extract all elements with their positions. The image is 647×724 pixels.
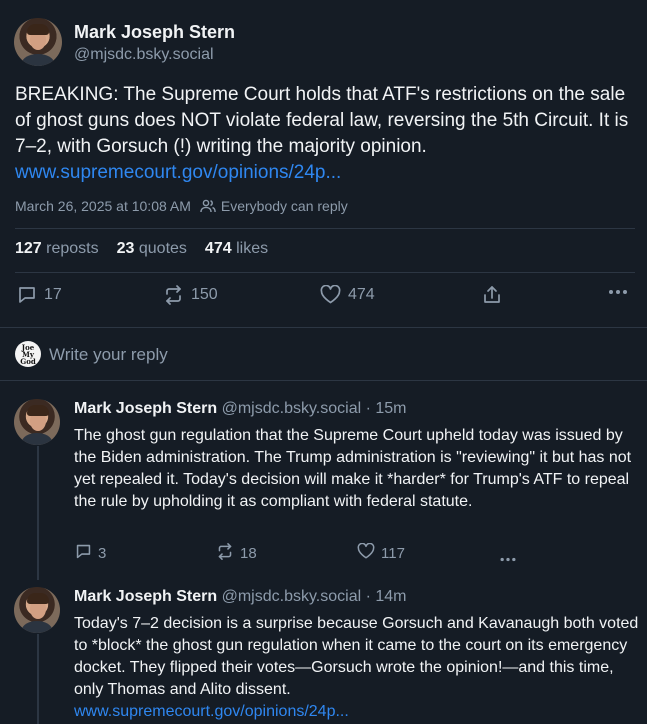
reply-button[interactable]: 17 [17, 285, 62, 305]
repost-icon [216, 543, 234, 564]
reply-setting: Everybody can reply [220, 198, 348, 214]
author-name[interactable]: Mark Joseph Stern [74, 400, 217, 417]
post-timestamp[interactable]: March 26, 2025 at 10:08 AM [15, 198, 191, 214]
reply-text: Today's 7–2 decision is a surprise becau… [74, 613, 639, 723]
more-options-button[interactable] [499, 549, 517, 566]
share-button[interactable] [482, 285, 502, 305]
post-body: BREAKING: The Supreme Court holds that A… [15, 84, 629, 157]
quotes-stat[interactable]: 23 quotes [117, 240, 187, 258]
heart-icon [357, 542, 375, 563]
reply-composer[interactable]: Joe My God Write your reply [0, 328, 647, 379]
reply-header: Mark Joseph Stern @mjsdc.bsky.social · 1… [74, 400, 407, 418]
author-handle[interactable]: @mjsdc.bsky.social [222, 588, 362, 605]
reply-body: Today's 7–2 decision is a surprise becau… [74, 615, 639, 698]
reply-input-placeholder[interactable]: Write your reply [49, 345, 168, 365]
divider [0, 380, 647, 381]
like-button[interactable]: 474 [320, 285, 375, 304]
reply-time[interactable]: · 15m [366, 400, 407, 417]
post-meta: March 26, 2025 at 10:08 AM Everybody can… [15, 198, 348, 214]
divider [15, 228, 635, 229]
more-icon [608, 289, 628, 295]
reposts-stat[interactable]: 127 reposts [15, 240, 99, 258]
post-actions: 17 150 474 [15, 285, 635, 311]
reply-time[interactable]: · 14m [366, 588, 407, 605]
reply-header: Mark Joseph Stern @mjsdc.bsky.social · 1… [74, 588, 407, 606]
reply-button[interactable]: 3 [75, 543, 106, 564]
divider [15, 272, 635, 273]
reply-text: The ghost gun regulation that the Suprem… [74, 427, 632, 510]
heart-icon [320, 285, 341, 304]
author-handle[interactable]: @mjsdc.bsky.social [74, 46, 214, 64]
repost-button[interactable]: 18 [216, 543, 257, 564]
more-options-button[interactable] [608, 289, 628, 295]
likes-stat[interactable]: 474 likes [205, 240, 268, 258]
reply-post[interactable]: Mark Joseph Stern @mjsdc.bsky.social · 1… [0, 587, 647, 724]
user-avatar: Joe My God [15, 341, 41, 367]
reply-actions: 3 18 117 [74, 542, 534, 566]
reply-link[interactable]: www.supremecourt.gov/opinions/24p... [74, 703, 349, 720]
post-text: BREAKING: The Supreme Court holds that A… [15, 82, 633, 186]
post-link[interactable]: www.supremecourt.gov/opinions/24p... [15, 162, 341, 183]
author-handle[interactable]: @mjsdc.bsky.social [222, 400, 362, 417]
reply-post[interactable]: Mark Joseph Stern @mjsdc.bsky.social · 1… [0, 399, 647, 569]
author-avatar[interactable] [14, 587, 60, 633]
repost-button[interactable]: 150 [163, 285, 218, 305]
author-name[interactable]: Mark Joseph Stern [74, 588, 217, 605]
reply-icon [17, 285, 37, 305]
people-icon [200, 199, 216, 213]
reply-icon [75, 543, 92, 564]
post-stats: 127 reposts 23 quotes 474 likes [15, 240, 268, 258]
author-avatar[interactable] [14, 18, 62, 66]
repost-icon [163, 285, 184, 305]
more-icon [499, 549, 517, 566]
share-icon [482, 285, 502, 305]
author-name[interactable]: Mark Joseph Stern [74, 22, 235, 43]
author-avatar[interactable] [14, 399, 60, 445]
like-button[interactable]: 117 [357, 542, 405, 563]
